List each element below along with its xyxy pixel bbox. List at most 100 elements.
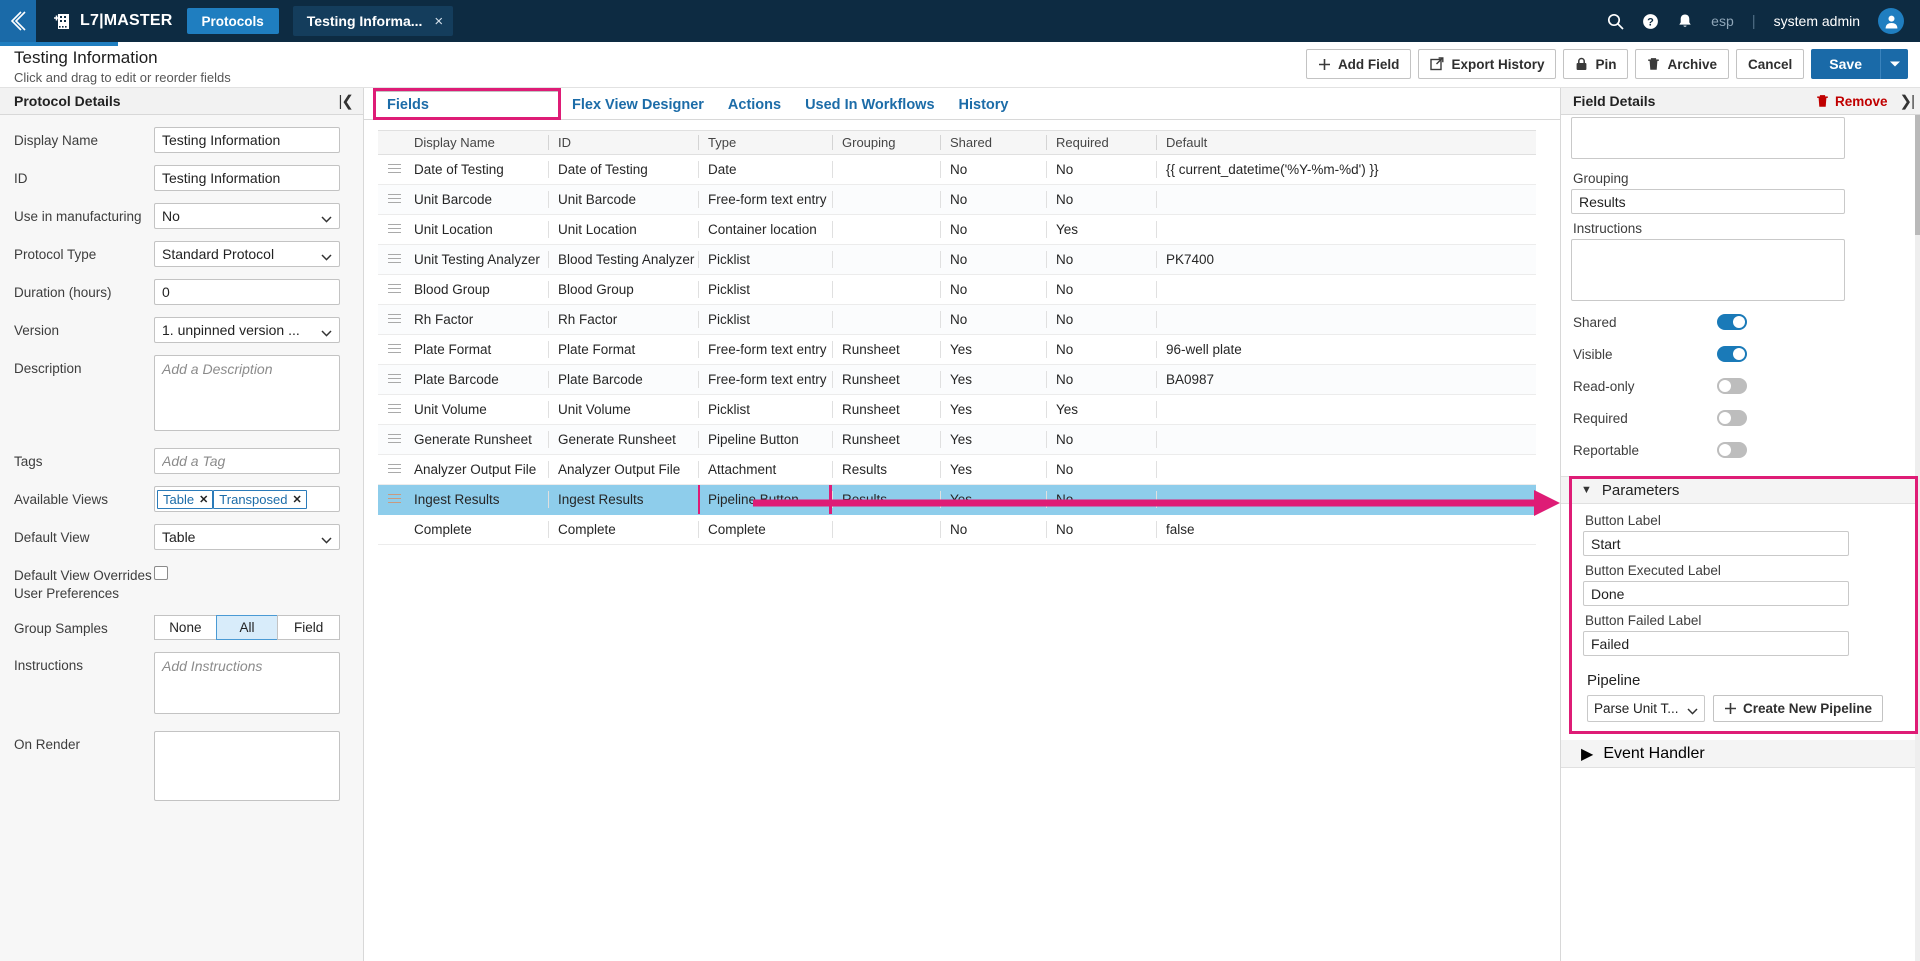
toggle-switch-reportable[interactable] [1717,442,1747,458]
cell-default[interactable] [1156,184,1536,215]
scrollbar-thumb[interactable] [1915,115,1920,235]
tab-fields[interactable]: Fields [373,88,561,120]
cell-default[interactable] [1156,454,1536,485]
id-input[interactable] [154,165,340,191]
cell-display-name[interactable]: Rh Factor [404,304,548,335]
drag-handle-icon[interactable] [388,403,401,413]
language-selector[interactable]: esp [1711,13,1734,29]
cell-display-name[interactable]: Blood Group [404,274,548,305]
cell-grouping[interactable]: Results [832,454,940,485]
cell-shared[interactable]: Yes [940,334,1046,365]
cell-default[interactable]: false [1156,514,1536,545]
cell-grouping[interactable] [832,274,940,305]
field-instructions-textarea[interactable] [1571,239,1845,301]
help-circle-icon[interactable]: ? [1642,13,1659,30]
cell-default[interactable] [1156,304,1536,335]
cell-display-name[interactable]: Analyzer Output File [404,454,548,485]
cell-type[interactable]: Date [698,154,832,185]
cell-required[interactable]: No [1046,304,1156,335]
cell-id[interactable]: Rh Factor [548,304,698,335]
cell-default[interactable]: PK7400 [1156,244,1536,275]
create-new-pipeline-button[interactable]: Create New Pipeline [1713,695,1884,722]
table-row[interactable]: Unit Testing Analyzer Blood Testing Analy… [378,244,1536,275]
cell-default[interactable] [1156,274,1536,305]
button-executed-label-input[interactable] [1583,581,1849,606]
default-view-select[interactable]: Table [154,524,340,550]
cell-id[interactable]: Unit Location [548,214,698,245]
cell-display-name[interactable]: Date of Testing [404,154,548,185]
duration-input[interactable] [154,279,340,305]
cell-display-name[interactable]: Plate Format [404,334,548,365]
cell-grouping[interactable] [832,514,940,545]
table-row[interactable]: Plate Barcode Plate Barcode Free-form text… [378,364,1536,395]
drag-handle-icon[interactable] [388,433,401,443]
cell-shared[interactable]: No [940,514,1046,545]
toggle-switch-shared[interactable] [1717,314,1747,330]
grouping-input[interactable] [1571,189,1845,214]
user-name[interactable]: system admin [1774,13,1860,29]
cell-type[interactable]: Free-form text entry [698,364,832,395]
cell-required[interactable]: No [1046,364,1156,395]
cell-id[interactable]: Generate Runsheet [548,424,698,455]
tab-history[interactable]: History [947,91,1021,119]
drag-handle-cell[interactable] [378,364,404,395]
cell-display-name[interactable]: Unit Location [404,214,548,245]
cell-grouping[interactable] [832,304,940,335]
cell-id[interactable]: Date of Testing [548,154,698,185]
drag-handle-cell[interactable] [378,154,404,185]
button-label-input[interactable] [1583,531,1849,556]
cell-display-name[interactable]: Unit Testing Analyzer [404,244,548,275]
cell-type[interactable]: Pipeline Button [698,424,832,455]
close-icon[interactable]: ✕ [292,493,301,506]
drag-handle-icon[interactable] [388,373,401,383]
cell-shared[interactable]: Yes [940,424,1046,455]
cell-default[interactable]: BA0987 [1156,364,1536,395]
add-field-button[interactable]: Add Field [1305,49,1412,79]
cell-id[interactable]: Unit Barcode [548,184,698,215]
drag-handle-cell[interactable] [378,454,404,485]
drag-handle-cell[interactable] [378,244,404,275]
event-handler-section-header[interactable]: ▶ Event Handler [1561,740,1920,768]
version-select[interactable]: 1. unpinned version ... [154,317,340,343]
cell-default[interactable]: {{ current_datetime('%Y-%m-%d') }} [1156,154,1536,185]
drag-handle-cell[interactable] [378,304,404,335]
drag-handle-cell[interactable] [378,334,404,365]
drag-handle-icon[interactable] [388,463,401,473]
cell-grouping[interactable] [832,154,940,185]
cell-default[interactable]: 96-well plate [1156,334,1536,365]
drag-handle-cell[interactable] [378,184,404,215]
cell-required[interactable]: No [1046,184,1156,215]
cell-grouping[interactable]: Runsheet [832,364,940,395]
cell-id[interactable]: Plate Format [548,334,698,365]
toggle-switch-read-only[interactable] [1717,378,1747,394]
cell-shared[interactable]: Yes [940,394,1046,425]
close-icon[interactable]: ✕ [199,493,208,506]
button-failed-label-input[interactable] [1583,631,1849,656]
th-id[interactable]: ID [548,130,698,155]
toggle-switch-visible[interactable] [1717,346,1747,362]
drag-handle-icon[interactable] [388,253,401,263]
cell-default[interactable] [1156,394,1536,425]
description-textarea[interactable] [154,355,340,431]
cell-shared[interactable]: Yes [940,364,1046,395]
cell-id[interactable]: Blood Group [548,274,698,305]
display-name-input[interactable] [154,127,340,153]
nav-back-button[interactable] [0,0,36,42]
field-top-textarea[interactable] [1571,117,1845,159]
drag-handle-icon[interactable] [388,283,401,293]
tab-used-in-workflows[interactable]: Used In Workflows [793,91,946,119]
cell-required[interactable]: No [1046,334,1156,365]
cell-shared[interactable]: Yes [940,454,1046,485]
view-chip-table[interactable]: Table ✕ [157,489,214,509]
pin-button[interactable]: Pin [1563,49,1629,79]
cell-type[interactable]: Complete [698,514,832,545]
cell-grouping[interactable]: Runsheet [832,424,940,455]
cell-shared[interactable]: No [940,184,1046,215]
tab-actions[interactable]: Actions [716,91,793,119]
cell-grouping[interactable] [832,214,940,245]
cell-required[interactable]: Yes [1046,214,1156,245]
table-row[interactable]: Ingest Results Ingest Results Pipeline But… [378,484,1536,515]
tab-flex-view-designer[interactable]: Flex View Designer [560,91,716,119]
drag-handle-icon[interactable] [388,223,401,233]
search-icon[interactable] [1607,13,1624,30]
